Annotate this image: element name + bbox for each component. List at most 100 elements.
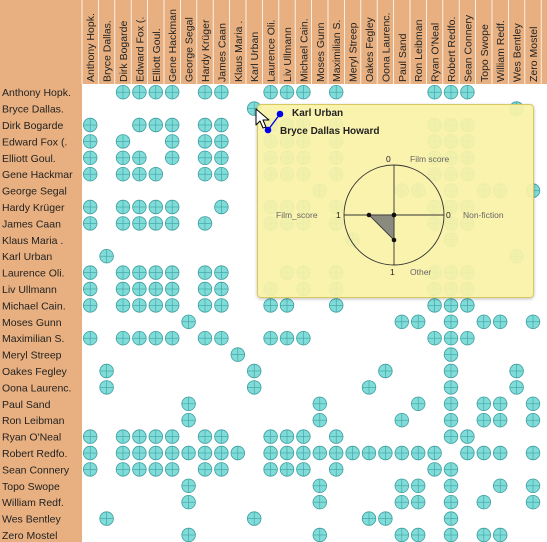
column-label[interactable]: Sean Connery <box>462 14 474 82</box>
matrix-cell[interactable] <box>525 445 541 461</box>
matrix-cell[interactable] <box>443 380 459 395</box>
matrix-cell[interactable] <box>525 495 541 510</box>
matrix-cell[interactable] <box>443 429 459 444</box>
matrix-cell[interactable] <box>148 281 164 297</box>
row-label[interactable]: Edward Fox (. <box>2 136 67 148</box>
matrix-cell[interactable] <box>443 331 459 346</box>
matrix-cell[interactable] <box>82 445 98 461</box>
row-label[interactable]: Dirk Bogarde <box>2 120 63 132</box>
matrix-cell[interactable] <box>411 527 426 542</box>
column-label[interactable]: Elliott Goul. <box>151 28 163 82</box>
matrix-cell[interactable] <box>164 265 180 280</box>
matrix-cell[interactable] <box>443 298 459 313</box>
matrix-cell[interactable] <box>115 331 131 346</box>
matrix-cell[interactable] <box>148 84 164 100</box>
matrix-cell[interactable] <box>312 527 327 542</box>
matrix-cell[interactable] <box>525 478 541 494</box>
column-label[interactable]: Paul Sand <box>397 33 409 82</box>
matrix-cell[interactable] <box>197 117 213 133</box>
matrix-cell[interactable] <box>509 363 524 379</box>
matrix-cell[interactable] <box>263 84 278 100</box>
matrix-cell[interactable] <box>148 331 164 346</box>
matrix-cell[interactable] <box>509 380 524 395</box>
matrix-cell[interactable] <box>132 216 147 231</box>
matrix-cell[interactable] <box>148 265 164 280</box>
matrix-cell[interactable] <box>82 134 98 149</box>
row-label[interactable]: Maximilian S. <box>2 333 64 345</box>
matrix-cell[interactable] <box>394 413 410 428</box>
matrix-cell[interactable] <box>443 511 459 526</box>
matrix-cell[interactable] <box>279 445 295 461</box>
matrix-cell[interactable] <box>148 199 164 215</box>
matrix-cell[interactable] <box>214 281 229 297</box>
matrix-cell[interactable] <box>329 429 344 444</box>
matrix-cell[interactable] <box>197 331 213 346</box>
matrix-cell[interactable] <box>296 84 311 100</box>
matrix-cell[interactable] <box>427 445 442 461</box>
matrix-cell[interactable] <box>82 117 98 133</box>
row-label[interactable]: William Redf. <box>2 497 64 509</box>
matrix-cell[interactable] <box>361 445 377 461</box>
matrix-cell[interactable] <box>214 298 229 313</box>
matrix-cell[interactable] <box>443 314 459 330</box>
row-label[interactable]: George Segal <box>2 186 67 198</box>
matrix-cell[interactable] <box>525 314 541 330</box>
matrix-cell[interactable] <box>82 150 98 166</box>
matrix-cell[interactable] <box>525 396 541 412</box>
matrix-cell[interactable] <box>263 462 278 477</box>
matrix-cell[interactable] <box>312 445 328 461</box>
matrix-cell[interactable] <box>525 413 541 428</box>
matrix-cell[interactable] <box>411 445 426 461</box>
row-label[interactable]: Karl Urban <box>2 251 52 263</box>
row-label[interactable]: Michael Cain. <box>2 300 66 312</box>
matrix-cell[interactable] <box>493 396 508 412</box>
row-label[interactable]: Klaus Maria . <box>2 235 63 247</box>
column-label[interactable]: William Redf. <box>495 20 507 82</box>
matrix-cell[interactable] <box>115 150 131 166</box>
matrix-cell[interactable] <box>82 216 98 231</box>
row-label[interactable]: Paul Sand <box>2 399 51 411</box>
matrix-cell[interactable] <box>181 413 196 428</box>
matrix-cell[interactable] <box>82 265 98 280</box>
matrix-cell[interactable] <box>132 166 147 182</box>
matrix-cell[interactable] <box>164 331 180 346</box>
matrix-cell[interactable] <box>214 150 229 166</box>
column-label[interactable]: Robert Redfo. <box>446 17 458 82</box>
matrix-cell[interactable] <box>246 380 262 395</box>
column-label[interactable]: Anthony Hopk. <box>85 13 97 82</box>
matrix-cell[interactable] <box>246 363 262 379</box>
matrix-cell[interactable] <box>394 527 409 542</box>
matrix-cell[interactable] <box>82 298 98 313</box>
matrix-cell[interactable] <box>476 527 491 542</box>
matrix-cell[interactable] <box>312 413 328 428</box>
matrix-cell[interactable] <box>197 429 213 444</box>
matrix-cell[interactable] <box>214 134 229 149</box>
column-label[interactable]: George Segal <box>184 17 196 82</box>
matrix-cell[interactable] <box>493 478 508 494</box>
matrix-cell[interactable] <box>197 298 213 313</box>
matrix-cell[interactable] <box>312 396 328 412</box>
matrix-cell[interactable] <box>460 84 475 100</box>
matrix-cell[interactable] <box>82 166 98 182</box>
matrix-cell[interactable] <box>164 199 180 215</box>
column-label[interactable]: Zero Mostel <box>528 27 540 82</box>
row-label[interactable]: Topo Swope <box>2 481 60 493</box>
matrix-cell[interactable] <box>214 166 229 182</box>
matrix-cell[interactable] <box>164 117 180 133</box>
matrix-cell[interactable] <box>476 396 492 412</box>
matrix-cell[interactable] <box>476 413 492 428</box>
matrix-cell[interactable] <box>115 216 131 231</box>
row-label[interactable]: Elliott Goul. <box>2 153 56 165</box>
matrix-cell[interactable] <box>164 134 180 149</box>
matrix-cell[interactable] <box>246 511 262 526</box>
matrix-cell[interactable] <box>181 314 196 330</box>
matrix-cell[interactable] <box>427 84 442 100</box>
matrix-cell[interactable] <box>394 314 410 330</box>
column-label[interactable]: Oakes Fegley <box>364 16 376 82</box>
matrix-cell[interactable] <box>115 134 131 149</box>
matrix-cell[interactable] <box>148 216 164 231</box>
matrix-cell[interactable] <box>164 429 180 444</box>
matrix-cell[interactable] <box>214 265 229 280</box>
matrix-cell[interactable] <box>443 495 459 510</box>
column-label[interactable]: Maximilian S. <box>331 20 343 82</box>
